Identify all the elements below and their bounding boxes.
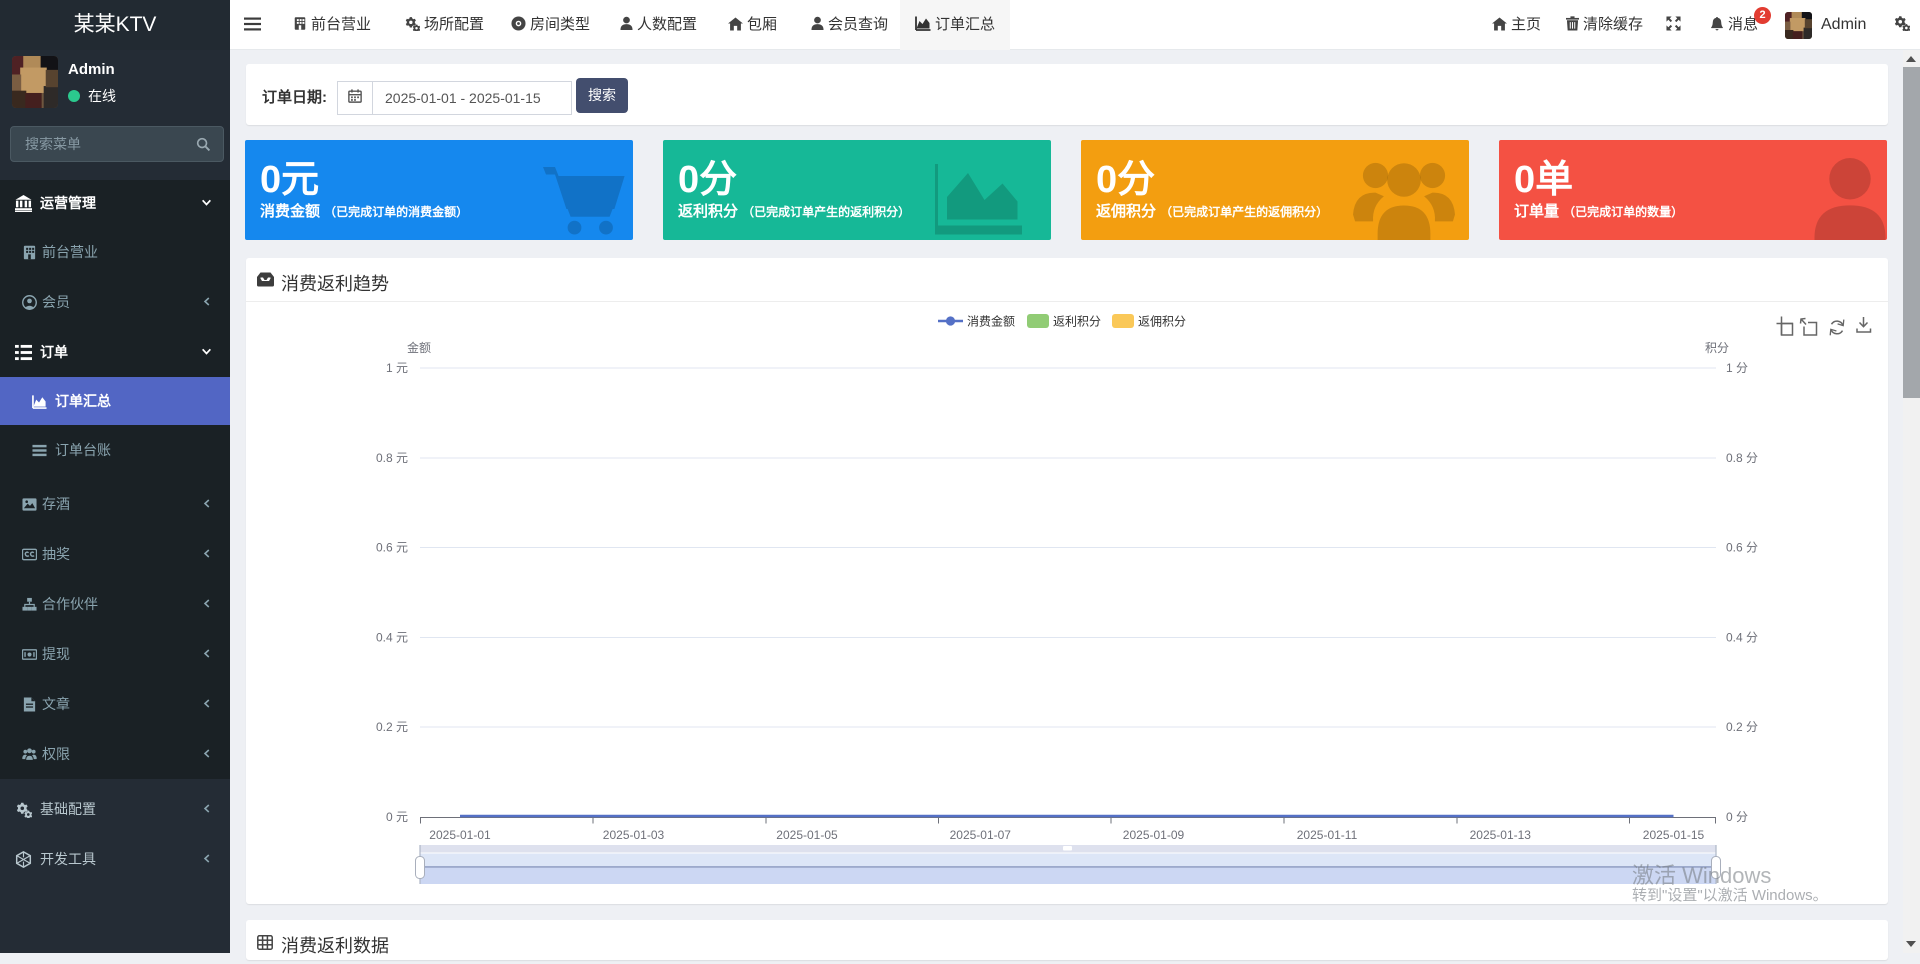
svg-text:0.6 元: 0.6 元 <box>376 541 408 555</box>
svg-text:金额: 金额 <box>407 340 431 355</box>
svg-text:0 元: 0 元 <box>386 810 408 824</box>
svg-text:消费金额: 消费金额 <box>967 314 1015 329</box>
svg-text:0.2 分: 0.2 分 <box>1726 720 1758 734</box>
svg-text:2025-01-11: 2025-01-11 <box>1297 828 1358 842</box>
svg-text:2025-01-03: 2025-01-03 <box>603 828 665 842</box>
svg-text:0.4 元: 0.4 元 <box>376 630 408 644</box>
svg-text:0.6 分: 0.6 分 <box>1726 541 1758 555</box>
svg-text:1 元: 1 元 <box>386 361 408 375</box>
svg-text:1 分: 1 分 <box>1726 361 1748 375</box>
svg-text:2025-01-07: 2025-01-07 <box>950 828 1012 842</box>
svg-text:0.4 分: 0.4 分 <box>1726 630 1758 644</box>
svg-text:0.8 元: 0.8 元 <box>376 451 408 465</box>
svg-text:2025-01-01: 2025-01-01 <box>429 828 491 842</box>
svg-text:2025-01-05: 2025-01-05 <box>776 828 838 842</box>
svg-text:0 分: 0 分 <box>1726 810 1748 824</box>
svg-text:积分: 积分 <box>1705 341 1729 355</box>
svg-text:2025-01-13: 2025-01-13 <box>1470 828 1532 842</box>
svg-text:返利积分: 返利积分 <box>1053 315 1101 329</box>
svg-text:0.8 分: 0.8 分 <box>1726 451 1758 465</box>
svg-text:2025-01-15: 2025-01-15 <box>1643 828 1705 842</box>
svg-text:0.2 元: 0.2 元 <box>376 720 408 734</box>
svg-text:返佣积分: 返佣积分 <box>1138 315 1186 329</box>
svg-text:2025-01-09: 2025-01-09 <box>1123 828 1185 842</box>
